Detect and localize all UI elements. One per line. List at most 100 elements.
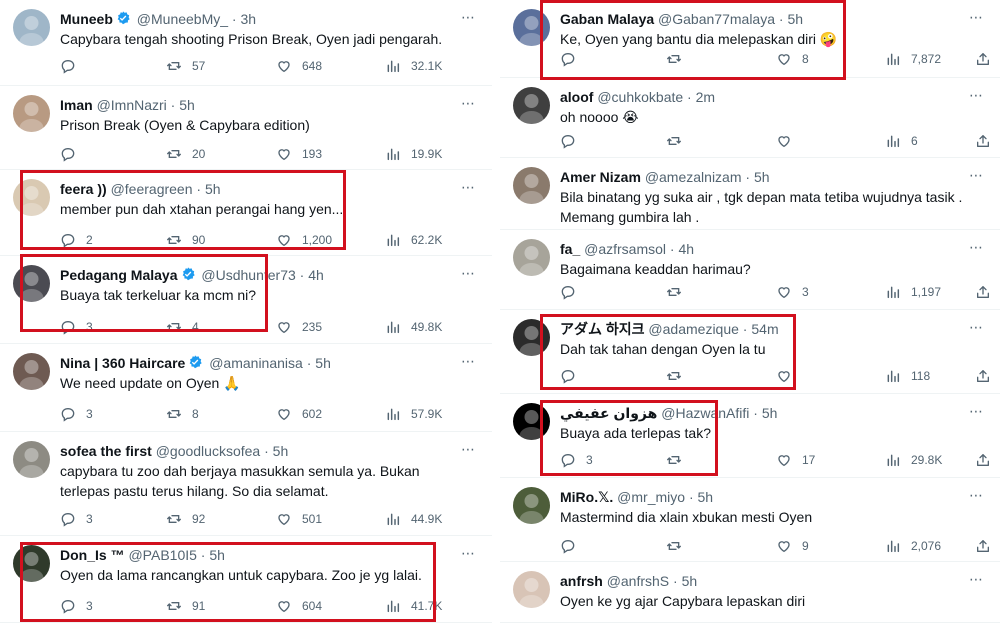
share-button[interactable] xyxy=(975,284,991,300)
reply-button[interactable]: 3 xyxy=(60,319,93,335)
user-handle[interactable]: @feeragreen xyxy=(111,181,193,197)
like-button[interactable] xyxy=(776,133,802,149)
display-name[interactable]: هزوان عفيفي xyxy=(560,405,657,421)
display-name[interactable]: anfrsh xyxy=(560,573,603,589)
reply-button[interactable] xyxy=(60,58,86,74)
tweet-card[interactable]: aloof @cuhkokbate · 2m ⋯ oh noooo 😭 6 xyxy=(500,78,1000,158)
user-handle[interactable]: @ImnNazri xyxy=(97,97,167,113)
views-button[interactable]: 6 xyxy=(885,133,918,149)
tweet-card[interactable]: Pedagang Malaya @Usdhunter73 · 4h ⋯ Buaya … xyxy=(0,256,492,344)
user-handle[interactable]: @goodlucksofea xyxy=(156,443,261,459)
share-button[interactable] xyxy=(975,538,991,554)
avatar[interactable] xyxy=(13,265,50,302)
avatar[interactable] xyxy=(13,179,50,216)
user-handle[interactable]: @amaninanisa xyxy=(209,355,303,371)
timestamp[interactable]: 5h xyxy=(787,11,803,27)
tweet-card[interactable]: Nina | 360 Haircare @amaninanisa · 5h ⋯ We… xyxy=(0,344,492,432)
user-handle[interactable]: @Usdhunter73 xyxy=(201,267,295,283)
display-name[interactable]: fa_ xyxy=(560,241,580,257)
views-button[interactable]: 62.2K xyxy=(385,232,442,248)
like-button[interactable]: 3 xyxy=(776,284,809,300)
retweet-button[interactable] xyxy=(666,284,692,300)
views-button[interactable]: 57.9K xyxy=(385,406,442,422)
like-button[interactable] xyxy=(776,368,802,384)
user-handle[interactable]: @amezalnizam xyxy=(645,169,742,185)
tweet-card[interactable]: MiRo.𝕏. @mr_miyo · 5h ⋯ Mastermind dia xla… xyxy=(500,478,1000,562)
display-name[interactable]: アダム 하지크 xyxy=(560,321,645,337)
like-button[interactable]: 193 xyxy=(276,146,322,162)
timestamp[interactable]: 54m xyxy=(751,321,778,337)
share-button[interactable] xyxy=(975,368,991,384)
tweet-card[interactable]: sofea the first @goodlucksofea · 5h ⋯ capy… xyxy=(0,432,492,536)
more-options-icon[interactable]: ⋯ xyxy=(461,9,476,26)
tweet-card[interactable]: fa_ @azfrsamsol · 4h ⋯ Bagaimana keaddan h… xyxy=(500,230,1000,310)
timestamp[interactable]: 5h xyxy=(762,405,778,421)
timestamp[interactable]: 4h xyxy=(308,267,324,283)
tweet-card[interactable]: Amer Nizam @amezalnizam · 5h ⋯ Bila binata… xyxy=(500,158,1000,230)
tweet-card[interactable]: feera )) @feeragreen · 5h ⋯ member pun dah… xyxy=(0,170,492,256)
user-handle[interactable]: @MuneebMy_ xyxy=(137,11,228,27)
display-name[interactable]: Pedagang Malaya xyxy=(60,267,178,283)
like-button[interactable]: 1,200 xyxy=(276,232,332,248)
tweet-card[interactable]: هزوان عفيفي @HazwanAfifi · 5h ⋯ Buaya ada … xyxy=(500,394,1000,478)
reply-button[interactable] xyxy=(60,146,86,162)
avatar[interactable] xyxy=(13,545,50,582)
timestamp[interactable]: 5h xyxy=(754,169,770,185)
retweet-button[interactable]: 91 xyxy=(166,598,205,614)
retweet-button[interactable]: 90 xyxy=(166,232,205,248)
share-button[interactable] xyxy=(975,452,991,468)
avatar[interactable] xyxy=(513,403,550,440)
like-button[interactable]: 17 xyxy=(776,452,815,468)
retweet-button[interactable]: 92 xyxy=(166,511,205,527)
tweet-card[interactable]: Gaban Malaya @Gaban77malaya · 5h ⋯ Ke, Oye… xyxy=(500,0,1000,78)
timestamp[interactable]: 5h xyxy=(205,181,221,197)
more-options-icon[interactable]: ⋯ xyxy=(969,9,984,26)
views-button[interactable]: 44.9K xyxy=(385,511,442,527)
user-handle[interactable]: @HazwanAfifi xyxy=(661,405,749,421)
timestamp[interactable]: 5h xyxy=(273,443,289,459)
views-button[interactable]: 118 xyxy=(885,368,930,384)
views-button[interactable]: 29.8K xyxy=(885,452,942,468)
retweet-button[interactable]: 4 xyxy=(166,319,199,335)
timestamp[interactable]: 3h xyxy=(241,11,257,27)
display-name[interactable]: Amer Nizam xyxy=(560,169,641,185)
avatar[interactable] xyxy=(513,87,550,124)
more-options-icon[interactable]: ⋯ xyxy=(969,239,984,256)
like-button[interactable]: 9 xyxy=(776,538,809,554)
reply-button[interactable]: 3 xyxy=(60,511,93,527)
reply-button[interactable]: 3 xyxy=(560,452,593,468)
user-handle[interactable]: @adamezique xyxy=(648,321,739,337)
user-handle[interactable]: @mr_miyo xyxy=(617,489,685,505)
reply-button[interactable] xyxy=(560,368,586,384)
retweet-button[interactable]: 57 xyxy=(166,58,205,74)
user-handle[interactable]: @Gaban77malaya xyxy=(658,11,775,27)
reply-button[interactable] xyxy=(560,51,586,67)
retweet-button[interactable] xyxy=(666,452,692,468)
share-button[interactable] xyxy=(975,133,991,149)
views-button[interactable]: 49.8K xyxy=(385,319,442,335)
retweet-button[interactable] xyxy=(666,133,692,149)
tweet-card[interactable]: anfrsh @anfrshS · 5h ⋯ Oyen ke yg ajar Cap… xyxy=(500,562,1000,623)
more-options-icon[interactable]: ⋯ xyxy=(969,403,984,420)
user-handle[interactable]: @azfrsamsol xyxy=(584,241,666,257)
like-button[interactable]: 604 xyxy=(276,598,322,614)
like-button[interactable]: 8 xyxy=(776,51,809,67)
reply-button[interactable]: 3 xyxy=(60,406,93,422)
timestamp[interactable]: 5h xyxy=(315,355,331,371)
user-handle[interactable]: @anfrshS xyxy=(607,573,669,589)
views-button[interactable]: 7,872 xyxy=(885,51,941,67)
avatar[interactable] xyxy=(513,319,550,356)
reply-button[interactable] xyxy=(560,284,586,300)
display-name[interactable]: sofea the first xyxy=(60,443,152,459)
more-options-icon[interactable]: ⋯ xyxy=(461,95,476,112)
display-name[interactable]: Nina | 360 Haircare xyxy=(60,355,185,371)
more-options-icon[interactable]: ⋯ xyxy=(461,179,476,196)
avatar[interactable] xyxy=(13,441,50,478)
views-button[interactable]: 1,197 xyxy=(885,284,941,300)
more-options-icon[interactable]: ⋯ xyxy=(461,545,476,562)
retweet-button[interactable] xyxy=(666,538,692,554)
display-name[interactable]: Don_Is ™ xyxy=(60,547,125,563)
reply-button[interactable]: 2 xyxy=(60,232,93,248)
tweet-card[interactable]: アダム 하지크 @adamezique · 54m ⋯ Dah tak tahan … xyxy=(500,310,1000,394)
tweet-card[interactable]: Iman @ImnNazri · 5h ⋯ Prison Break (Oyen &… xyxy=(0,86,492,170)
